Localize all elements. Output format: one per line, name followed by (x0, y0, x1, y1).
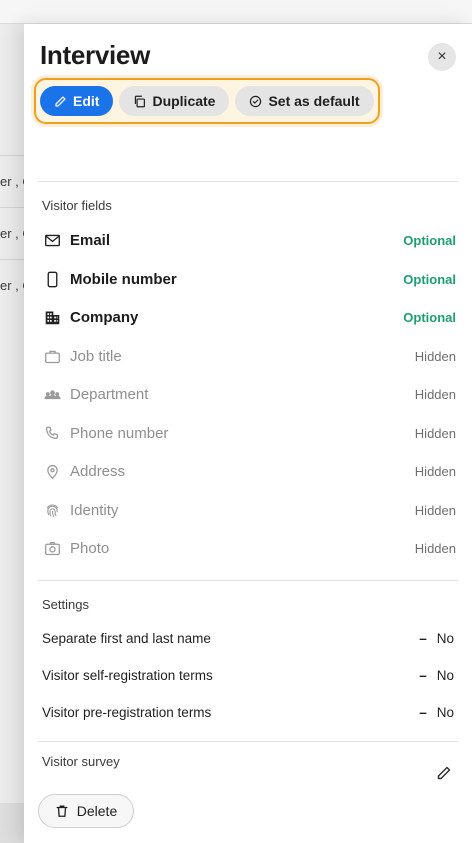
interview-drawer: Interview × Edit Duplicate Set as defaul… (24, 24, 472, 843)
divider (38, 580, 458, 581)
phone-icon (42, 423, 62, 443)
setting-value: No (436, 667, 454, 683)
setting-label: Visitor self-registration terms (42, 667, 213, 683)
drawer-title: Interview (40, 40, 151, 70)
edit-button[interactable]: Edit (40, 86, 114, 116)
field-status[interactable]: Hidden (415, 541, 456, 556)
dash-icon: – (419, 704, 427, 720)
setting-label: Visitor pre-registration terms (42, 704, 212, 720)
settings-heading: Settings (42, 597, 89, 612)
divider (38, 181, 458, 182)
field-row-mobile-number[interactable]: Mobile number Optional (42, 267, 456, 291)
divider (38, 741, 458, 742)
field-row-email[interactable]: Email Optional (42, 228, 456, 252)
check-circle-icon (250, 95, 262, 107)
field-status[interactable]: Hidden (415, 464, 456, 479)
field-row-phone-number[interactable]: Phone number Hidden (42, 421, 456, 445)
fingerprint-icon (42, 500, 62, 520)
duplicate-button[interactable]: Duplicate (119, 86, 230, 116)
field-row-department[interactable]: Department Hidden (42, 382, 456, 406)
field-label: Identity (70, 501, 119, 519)
field-status[interactable]: Optional (403, 310, 456, 325)
set-default-button-label: Set as default (268, 93, 360, 109)
duplicate-button-label: Duplicate (152, 93, 216, 109)
mail-icon (42, 230, 62, 250)
dash-icon: – (419, 667, 427, 683)
copy-icon (135, 95, 146, 107)
field-row-address[interactable]: Address Hidden (42, 459, 456, 483)
phone-device-icon (42, 269, 62, 289)
dash-icon: – (419, 630, 427, 646)
trash-icon (56, 805, 68, 817)
setting-label: Separate first and last name (42, 630, 211, 646)
visitor-survey-heading: Visitor survey (42, 754, 120, 769)
location-icon (42, 461, 62, 481)
setting-value: No (436, 630, 454, 646)
pencil-icon (55, 95, 66, 107)
setting-row-pre-registration[interactable]: Visitor pre-registration terms – No (42, 702, 454, 722)
field-status[interactable]: Hidden (415, 387, 456, 402)
field-label: Address (70, 462, 126, 480)
camera-icon (42, 538, 62, 558)
field-label: Department (70, 385, 149, 403)
close-button[interactable]: × (428, 43, 456, 71)
setting-value: No (436, 704, 454, 720)
field-status[interactable]: Hidden (415, 349, 456, 364)
field-label: Email (70, 231, 111, 249)
field-row-photo[interactable]: Photo Hidden (42, 536, 456, 560)
field-label: Mobile number (70, 270, 177, 288)
edit-button-label: Edit (73, 93, 100, 109)
visitor-fields-heading: Visitor fields (42, 198, 112, 213)
group-icon (42, 384, 62, 404)
field-row-identity[interactable]: Identity Hidden (42, 498, 456, 522)
building-icon (42, 307, 62, 327)
close-icon: × (437, 48, 447, 65)
set-default-button[interactable]: Set as default (235, 86, 374, 116)
field-status[interactable]: Hidden (415, 426, 456, 441)
background-topbar (0, 0, 472, 24)
field-label: Job title (70, 347, 122, 365)
field-label: Company (70, 308, 139, 326)
field-status[interactable]: Hidden (415, 503, 456, 518)
action-toolbar: Edit Duplicate Set as default (34, 78, 380, 124)
delete-button[interactable]: Delete (38, 794, 134, 828)
field-row-job-title[interactable]: Job title Hidden (42, 344, 456, 368)
field-status[interactable]: Optional (403, 272, 456, 287)
field-label: Photo (70, 539, 110, 557)
setting-row-self-registration[interactable]: Visitor self-registration terms – No (42, 665, 454, 685)
briefcase-icon (42, 346, 62, 366)
field-status[interactable]: Optional (403, 233, 456, 248)
edit-survey-icon[interactable] (436, 765, 452, 781)
delete-button-label: Delete (76, 803, 118, 819)
field-label: Phone number (70, 424, 169, 442)
field-row-company[interactable]: Company Optional (42, 305, 456, 329)
setting-row-separate-name[interactable]: Separate first and last name – No (42, 628, 454, 648)
